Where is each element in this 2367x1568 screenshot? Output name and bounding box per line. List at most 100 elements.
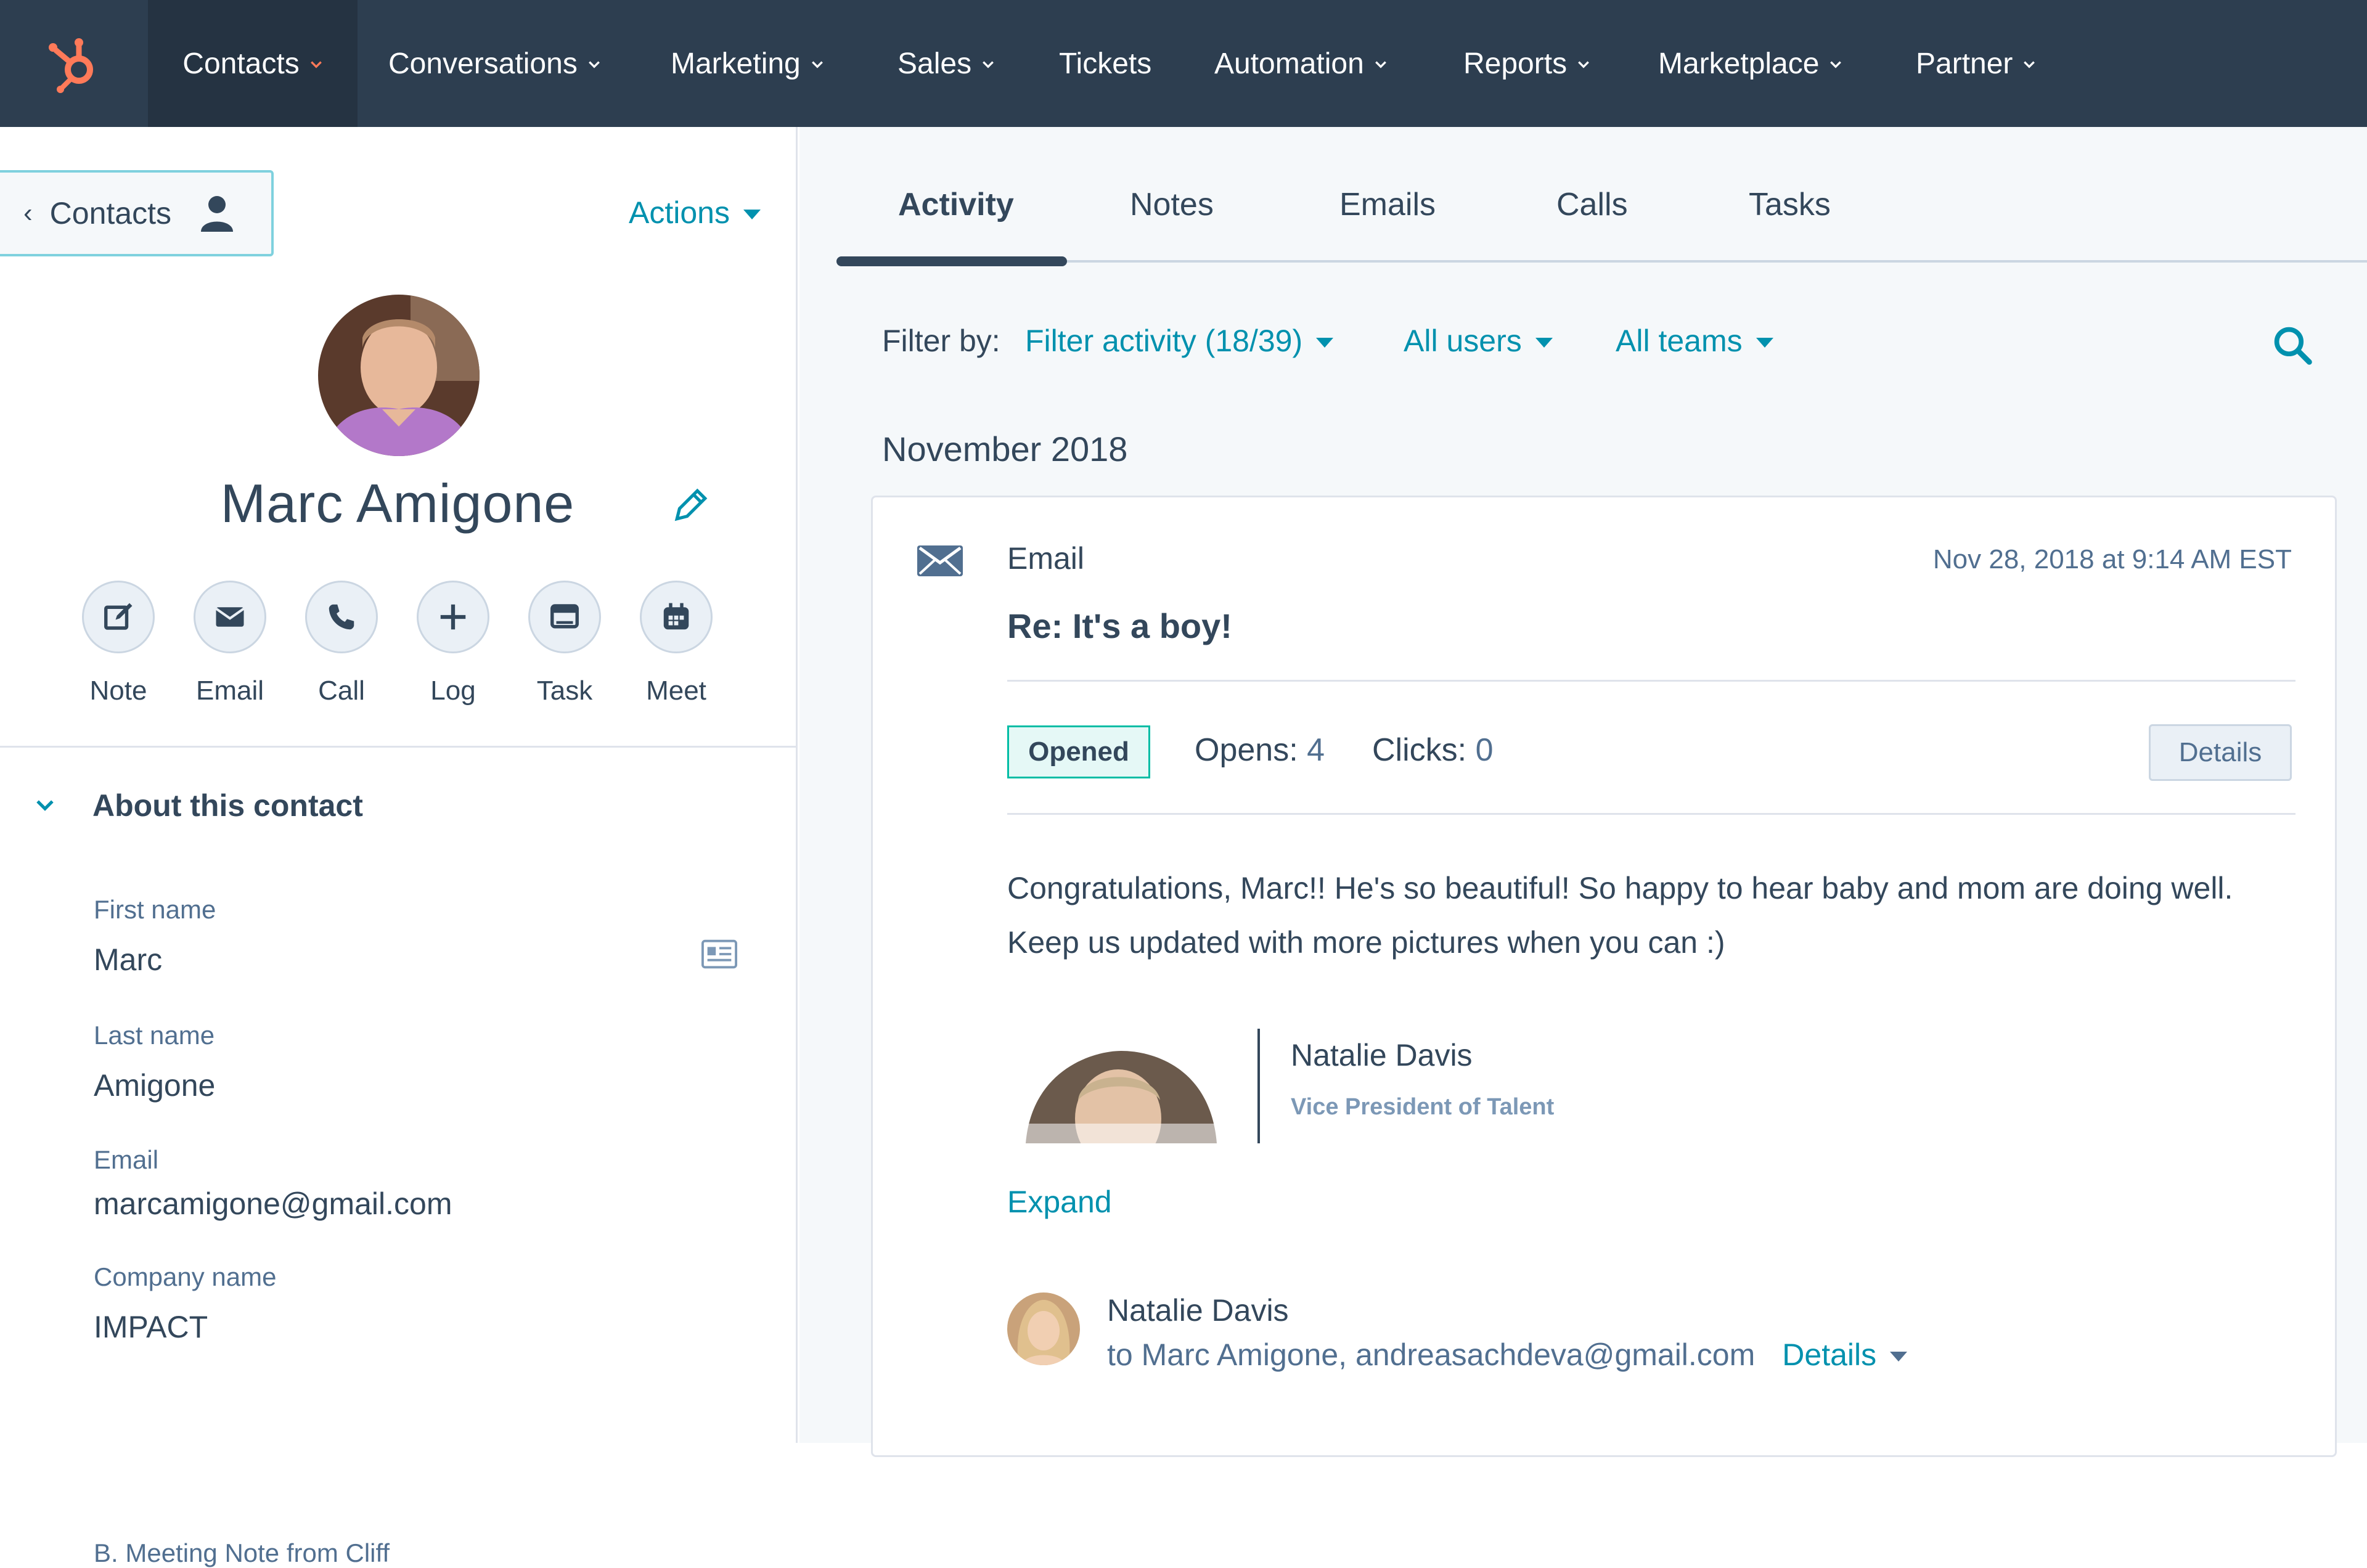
quick-action-label: Email [195,676,264,706]
nav-item-label: Automation [1214,47,1364,80]
signature-name: Natalie Davis [1291,1038,1473,1072]
email-body-text: Congratulations, Marc!! He's so beautifu… [1007,871,2233,960]
chevron-down-icon [36,800,54,811]
nav-item-tickets[interactable]: Tickets [1059,0,1151,127]
clicks-count: Clicks: 0 [1372,732,1493,769]
chevron-down-icon [2024,61,2035,68]
phone-icon [329,604,354,630]
opens-count: Opens: 4 [1195,732,1325,769]
nav-item-label: Marketplace [1658,47,1820,80]
chevron-down-icon [1578,61,1589,68]
divider [0,746,798,748]
field-value-company-name[interactable]: IMPACT [94,1309,208,1345]
nav-item-label: Reports [1463,47,1568,80]
actions-dropdown[interactable]: Actions [629,195,761,231]
person-icon [200,196,233,232]
search-icon[interactable] [2273,325,2313,366]
sender-name: Natalie Davis [1107,1293,1289,1328]
quick-action-meet[interactable]: Meet [621,581,732,706]
details-button[interactable]: Details [2149,724,2292,781]
caret-down-icon [1535,338,1553,348]
signature-title: Vice President of Talent [1291,1094,1555,1120]
chevron-down-icon [1830,61,1842,68]
calendar-icon [663,603,689,630]
timeline-month-heading: November 2018 [882,430,1128,468]
plus-icon [440,604,466,630]
about-contact-toggle[interactable]: About this contact [35,788,363,823]
filter-teams-dropdown[interactable]: All teams [1616,323,1773,359]
nav-item-sales[interactable]: Sales [897,0,995,127]
divider [1007,680,2295,682]
pencil-edit-icon[interactable] [672,486,710,524]
email-activity-card: Email Nov 28, 2018 at 9:14 AM EST Re: It… [871,496,2337,1457]
filter-users-dropdown[interactable]: All users [1404,323,1553,359]
field-value-email[interactable]: marcamigone@gmail.com [94,1186,452,1222]
contact-card-icon[interactable] [701,939,737,969]
avatar [318,295,480,456]
quick-action-task[interactable]: Task [509,581,620,706]
clicks-value: 0 [1475,732,1494,768]
nav-item-reports[interactable]: Reports [1463,0,1590,127]
nav-item-label: Partner [1916,47,2013,80]
email-subject[interactable]: Re: It's a boy! [1007,606,1232,646]
back-to-contacts-button[interactable]: ‹ Contacts [0,170,274,256]
quick-action-label: Task [536,676,593,706]
tab-tasks[interactable]: Tasks [1749,186,1831,223]
quick-action-email[interactable]: Email [174,581,285,706]
chevron-left-icon: ‹ [23,198,33,228]
nav-item-label: Contacts [182,47,300,80]
chevron-down-icon [1375,61,1386,68]
activity-timestamp: Nov 28, 2018 at 9:14 AM EST [1932,544,2292,574]
field-value-first-name[interactable]: Marc [94,942,162,978]
nav-item-contacts[interactable]: Contacts [148,0,358,127]
nav-item-marketing[interactable]: Marketing [671,0,824,127]
sender-avatar [1007,1292,1080,1365]
field-label-email: Email [94,1145,159,1174]
signature-photo [1020,1045,1223,1143]
field-label-last-name: Last name [94,1021,215,1050]
nav-item-partner[interactable]: Partner [1916,0,2036,127]
nav-item-marketplace[interactable]: Marketplace [1658,0,1842,127]
tab-emails[interactable]: Emails [1339,186,1436,223]
sender-details-label: Details [1782,1337,1877,1372]
envelope-icon [917,545,963,576]
nav-item-conversations[interactable]: Conversations [388,0,601,127]
field-value-last-name[interactable]: Amigone [94,1068,215,1103]
expand-link[interactable]: Expand [1007,1184,1112,1220]
actions-label: Actions [629,195,730,230]
about-heading: About this contact [92,788,363,823]
back-button-label: Contacts [49,196,171,231]
quick-action-label: Call [318,676,365,706]
field-label-company-name: Company name [94,1262,277,1291]
active-tab-indicator [836,256,1067,266]
note-icon [104,603,133,630]
quick-action-label: Note [89,676,147,706]
email-icon [215,607,245,627]
nav-item-label: Tickets [1059,47,1152,80]
filter-activity-label: Filter activity (18/39) [1025,324,1303,358]
hubspot-logo-icon[interactable] [0,0,148,127]
filter-users-label: All users [1404,324,1522,358]
tab-notes[interactable]: Notes [1130,186,1214,223]
filter-label: Filter by: [882,324,1000,358]
chevron-down-icon [983,61,994,68]
caret-down-icon [1756,338,1773,348]
status-badge: Opened [1007,725,1150,778]
contact-sidebar: ‹ Contacts Actions Marc Amigone Note Ema… [0,127,798,1567]
tab-activity[interactable]: Activity [898,186,1014,223]
field-label-first-name: First name [94,895,216,924]
nav-item-label: Marketing [671,47,801,80]
sender-details-dropdown[interactable]: Details [1782,1337,1908,1373]
quick-action-call[interactable]: Call [286,581,397,706]
activity-panel: Activity Notes Emails Calls Tasks Filter… [799,127,2367,1457]
filter-activity-dropdown[interactable]: Filter activity (18/39) [1025,323,1334,359]
recipients-line: to Marc Amigone, andreasachdeva@gmail.co… [1107,1337,1908,1373]
field-label-cut-off: B. Meeting Note from Cliff [94,1538,390,1567]
tab-calls[interactable]: Calls [1556,186,1628,223]
clicks-label: Clicks: [1372,732,1467,768]
nav-item-automation[interactable]: Automation [1214,0,1388,127]
quick-action-log[interactable]: Log [398,581,509,706]
caret-down-icon [1316,338,1334,348]
quick-action-note[interactable]: Note [63,581,174,706]
chevron-down-icon [811,61,823,68]
